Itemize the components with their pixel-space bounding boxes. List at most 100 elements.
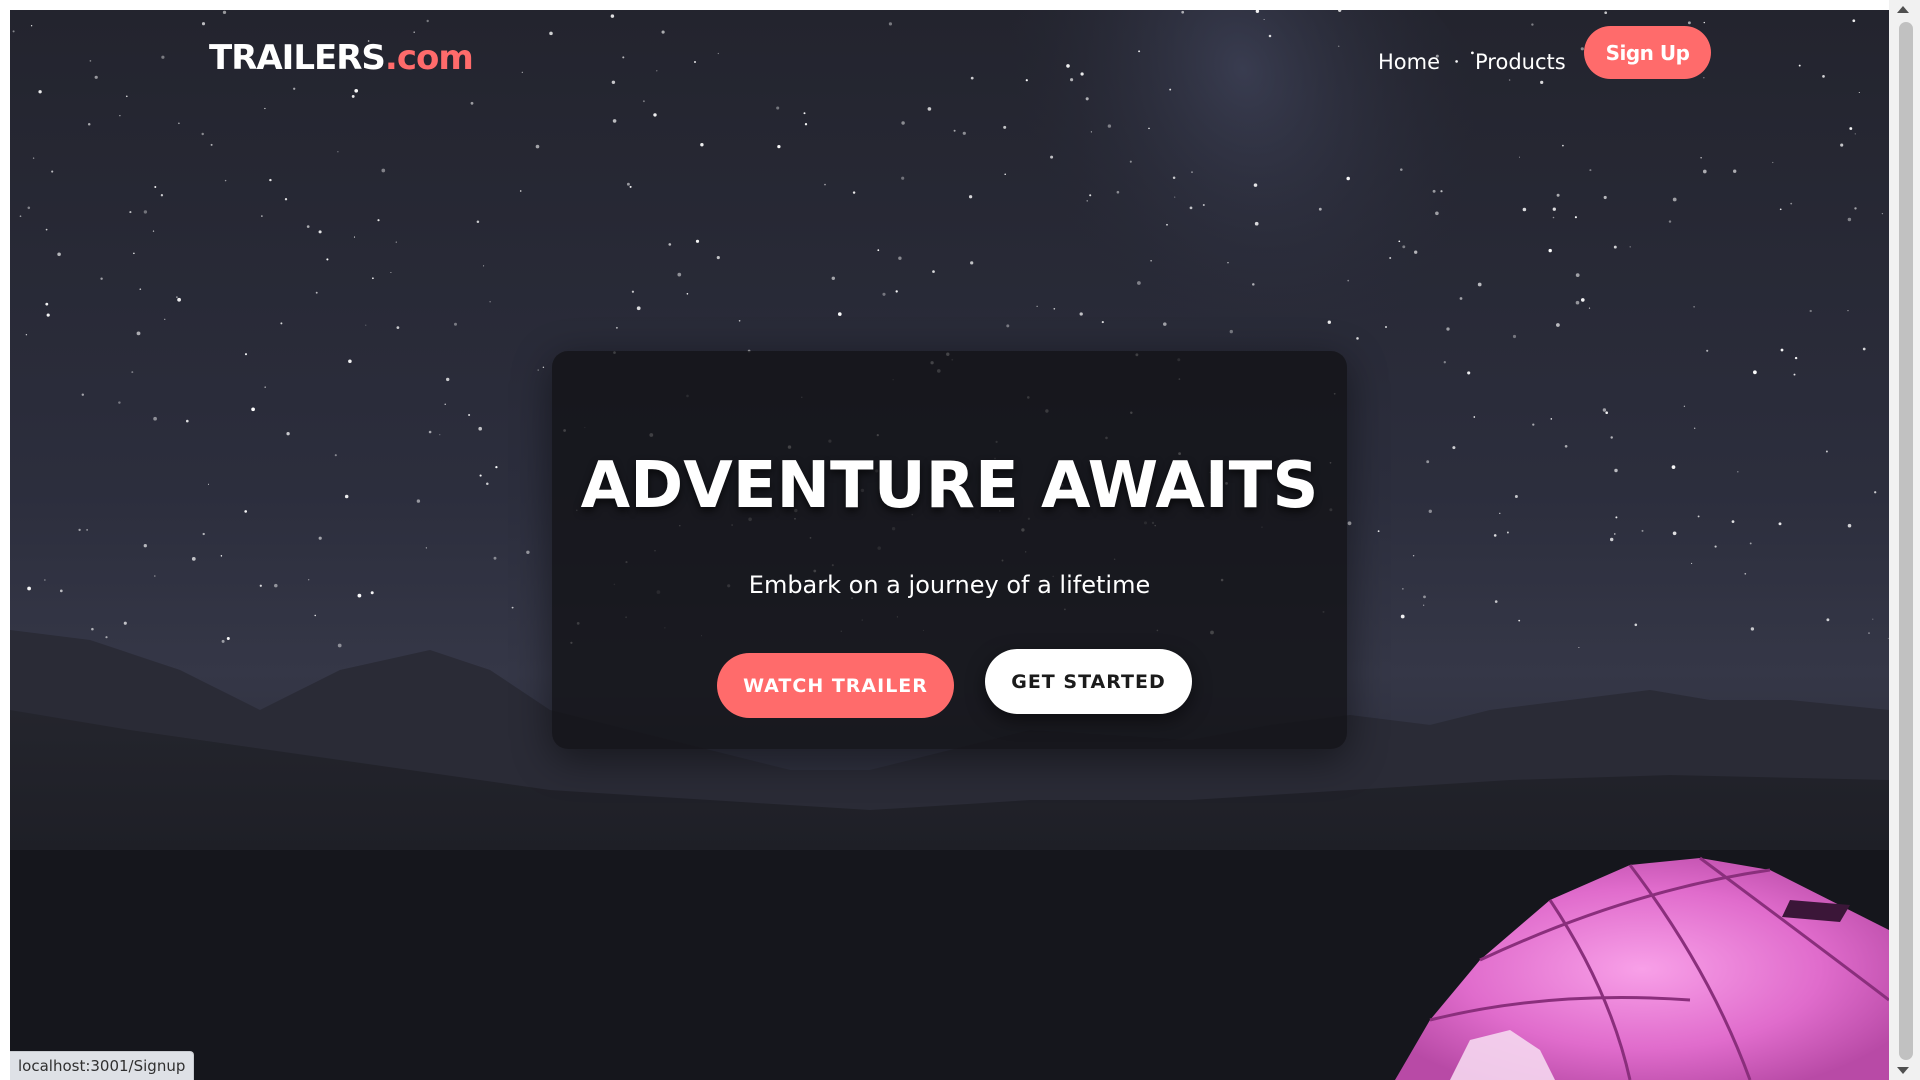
- star: [308, 579, 310, 581]
- star: [1227, 262, 1229, 264]
- star: [1794, 356, 1798, 360]
- star: [1548, 248, 1552, 253]
- star: [837, 312, 842, 316]
- star: [478, 426, 483, 431]
- star: [1129, 160, 1132, 163]
- hero-subtitle: Embark on a journey of a lifetime: [748, 571, 1151, 599]
- star: [201, 132, 204, 136]
- scroll-up-arrow-icon[interactable]: [1897, 6, 1909, 13]
- nav-link-products[interactable]: Products: [1475, 50, 1566, 74]
- star: [1562, 144, 1564, 147]
- watch-trailer-button[interactable]: WATCH TRAILER: [717, 653, 954, 718]
- star: [1050, 155, 1054, 159]
- star: [191, 557, 196, 561]
- star: [631, 290, 635, 293]
- star: [831, 276, 836, 281]
- site-logo[interactable]: TRAILERS.com: [209, 38, 474, 78]
- star: [1389, 257, 1392, 259]
- star: [139, 288, 142, 291]
- star: [1400, 614, 1405, 619]
- vertical-scrollbar[interactable]: [1889, 0, 1920, 1080]
- star: [45, 228, 48, 231]
- star: [286, 432, 290, 436]
- star: [264, 107, 266, 110]
- scrollbar-thumb[interactable]: [1899, 22, 1913, 1060]
- star: [1772, 161, 1774, 164]
- star: [970, 261, 974, 265]
- star: [1603, 195, 1607, 200]
- star: [390, 271, 392, 274]
- star: [1778, 522, 1782, 526]
- nav-link-home[interactable]: Home: [1378, 50, 1440, 74]
- star: [1552, 207, 1556, 211]
- star: [1398, 240, 1401, 243]
- star: [1514, 495, 1518, 498]
- star: [1779, 208, 1782, 211]
- star: [1435, 211, 1439, 216]
- star: [1443, 361, 1446, 364]
- star: [1346, 176, 1350, 181]
- star: [968, 195, 973, 199]
- star: [1575, 273, 1580, 277]
- star: [284, 198, 288, 201]
- signup-button[interactable]: Sign Up: [1584, 26, 1711, 79]
- star: [314, 614, 316, 617]
- star: [1671, 465, 1676, 469]
- star: [882, 292, 886, 296]
- star: [78, 528, 81, 532]
- star: [334, 454, 337, 457]
- star: [357, 593, 362, 598]
- star: [1412, 555, 1415, 557]
- star: [136, 331, 141, 336]
- star: [337, 151, 339, 153]
- star: [152, 230, 155, 232]
- star: [224, 179, 227, 182]
- link-status-bar: localhost:3001/Signup: [10, 1051, 195, 1080]
- star: [803, 112, 806, 115]
- star: [479, 474, 482, 477]
- star: [1589, 169, 1592, 172]
- star: [1191, 171, 1193, 174]
- star: [1609, 537, 1614, 542]
- star: [1477, 282, 1482, 287]
- star: [476, 220, 480, 224]
- scroll-down-arrow-icon[interactable]: [1897, 1067, 1909, 1074]
- star: [226, 637, 230, 640]
- star: [1733, 169, 1737, 173]
- star: [1672, 197, 1677, 202]
- star: [25, 334, 28, 336]
- star: [1518, 619, 1521, 622]
- star: [1847, 309, 1849, 312]
- star: [176, 296, 178, 298]
- star: [824, 183, 826, 186]
- star: [119, 115, 121, 117]
- star: [1426, 460, 1430, 464]
- star: [1036, 305, 1038, 307]
- star: [877, 249, 880, 252]
- get-started-button[interactable]: GET STARTED: [985, 649, 1192, 714]
- star: [677, 272, 682, 277]
- star: [1602, 408, 1607, 412]
- star: [1874, 491, 1877, 494]
- star: [1862, 347, 1866, 351]
- star: [1356, 337, 1359, 340]
- star: [202, 532, 205, 536]
- star: [220, 555, 223, 557]
- star: [535, 144, 540, 149]
- star: [1473, 416, 1476, 418]
- star: [91, 627, 94, 631]
- star: [1790, 202, 1793, 205]
- star: [344, 494, 349, 499]
- star: [1610, 436, 1613, 439]
- window-left-edge: [0, 0, 10, 1080]
- star: [123, 621, 127, 625]
- star: [377, 219, 380, 222]
- star: [493, 556, 497, 560]
- star: [1780, 348, 1784, 352]
- star: [100, 277, 103, 280]
- star: [1614, 533, 1616, 535]
- window-top-edge: [0, 0, 1889, 10]
- star: [1467, 371, 1471, 375]
- star: [439, 434, 441, 436]
- star: [700, 143, 704, 147]
